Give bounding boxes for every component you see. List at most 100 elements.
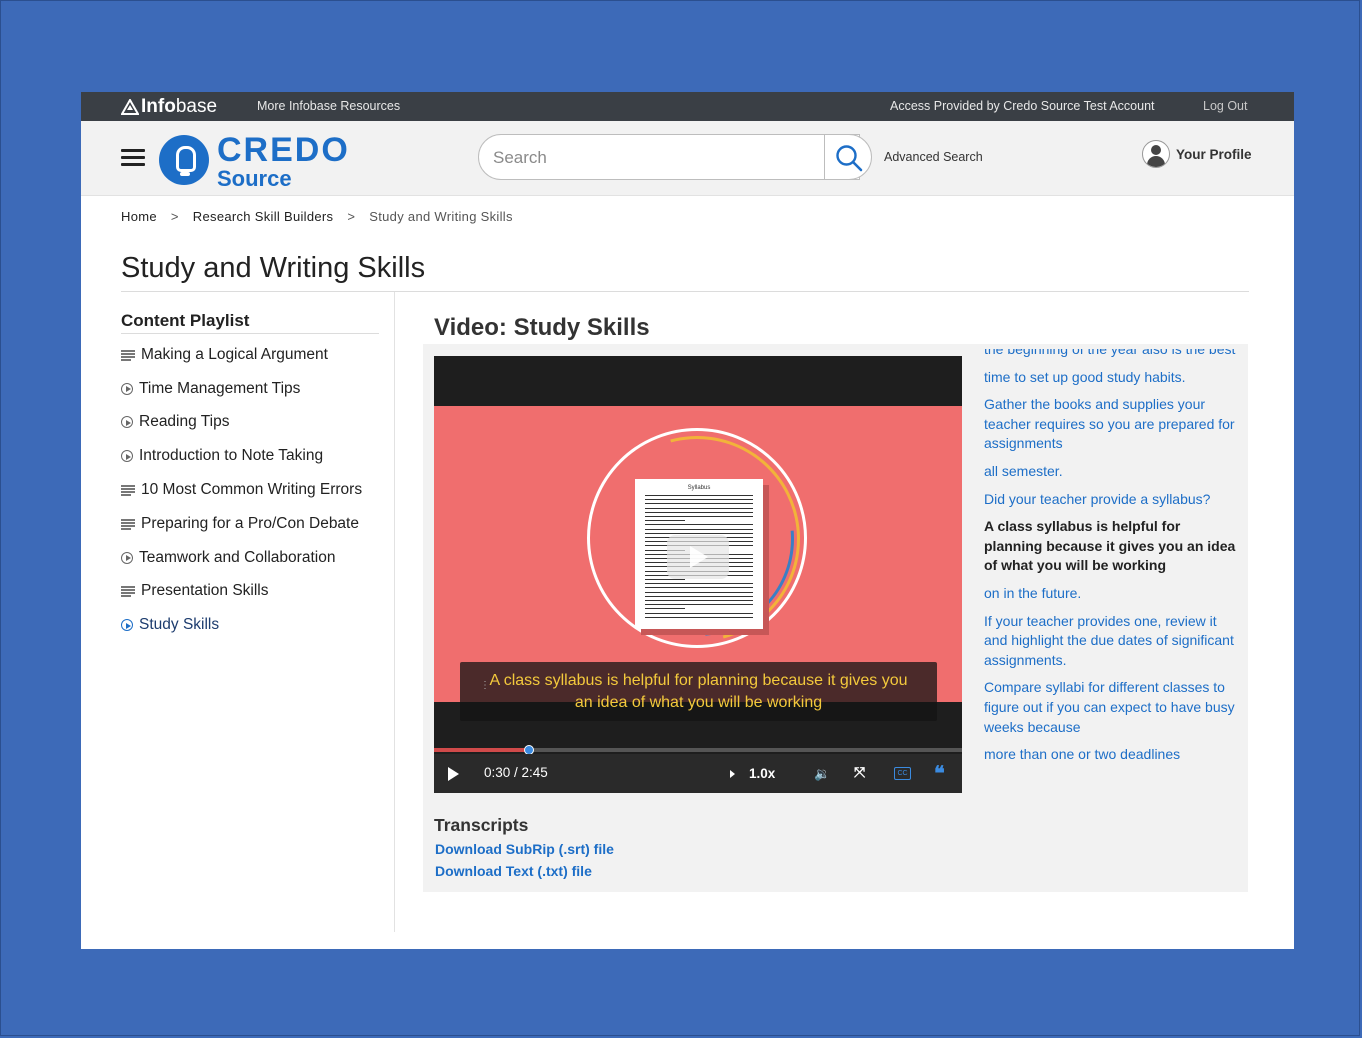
syllabus-text-line (645, 495, 753, 496)
syllabus-text-line (645, 595, 753, 597)
transcripts-heading: Transcripts (434, 815, 529, 835)
playlist-item-label: Time Management Tips (139, 379, 301, 397)
download-txt-link[interactable]: Download Text (.txt) file (435, 863, 592, 879)
progress-fill (434, 748, 530, 752)
syllabus-text-line (645, 524, 753, 526)
play-circle-icon (121, 551, 133, 564)
browser-page: Info base More Infobase Resources Access … (81, 92, 1294, 949)
playlist-item[interactable]: Study Skills (121, 608, 391, 642)
breadcrumb-home[interactable]: Home (121, 209, 157, 224)
fullscreen-icon[interactable]: ⤧ (854, 764, 865, 781)
playlist-item[interactable]: Time Management Tips (121, 372, 391, 406)
video-player[interactable]: Syllabus ⋮ A class syllabus is helpful f… (434, 356, 962, 793)
syllabus-text-line (645, 528, 753, 530)
playlist-item[interactable]: 10 Most Common Writing Errors (121, 473, 391, 507)
video-title: Video: Study Skills (434, 314, 650, 341)
playlist-item-label: Reading Tips (139, 413, 230, 431)
brand-subname: Source (217, 166, 292, 191)
transcript-line[interactable]: Compare syllabi for different classes to… (984, 678, 1236, 737)
search-icon (836, 145, 863, 172)
transcript-toggle-icon[interactable]: ❝ (934, 761, 945, 785)
syllabus-text-line (645, 516, 753, 517)
sidebar-divider (394, 292, 395, 932)
video-frame[interactable]: Syllabus (434, 398, 962, 702)
syllabus-text-line (645, 591, 753, 593)
your-profile-label: Your Profile (1176, 146, 1252, 162)
playlist-item[interactable]: Making a Logical Argument (121, 338, 391, 372)
syllabus-text-line (645, 608, 685, 610)
content-playlist: Making a Logical Argument Time Management… (121, 338, 391, 642)
caption-line-2: an idea of what you will be working (574, 694, 823, 711)
syllabus-text-line (645, 604, 753, 606)
video-progress-bar[interactable] (434, 745, 962, 755)
breadcrumb-separator-icon: > (170, 209, 179, 224)
menu-hamburger-icon[interactable] (121, 149, 145, 167)
transcript-line[interactable]: the beginning of the year also is the be… (984, 349, 1236, 360)
playlist-item-label: Preparing for a Pro/Con Debate (141, 514, 359, 532)
syllabus-text-line (645, 587, 753, 589)
playlist-divider (121, 333, 379, 334)
syllabus-text-line (645, 507, 753, 509)
transcript-line[interactable]: If your teacher provides one, review it … (984, 612, 1236, 671)
play-icon[interactable] (448, 767, 459, 781)
big-play-icon[interactable] (667, 535, 729, 579)
transcript-line[interactable]: time to set up good study habits. (984, 368, 1236, 388)
brand-name: CREDO (217, 131, 350, 169)
video-caption: ⋮ A class syllabus is helpful for planni… (460, 662, 937, 721)
infobase-topbar: Info base More Infobase Resources Access … (81, 92, 1294, 121)
search-field-wrapper (478, 134, 860, 180)
playlist-item[interactable]: Teamwork and Collaboration (121, 541, 391, 575)
syllabus-text-line (645, 583, 753, 585)
playlist-item-label: Teamwork and Collaboration (139, 548, 336, 566)
play-circle-icon (121, 450, 133, 463)
playlist-item[interactable]: Preparing for a Pro/Con Debate (121, 507, 391, 541)
infobase-logo[interactable]: Info base (121, 96, 217, 118)
play-circle-icon (121, 382, 133, 395)
logout-link[interactable]: Log Out (1203, 99, 1247, 113)
page-title: Study and Writing Skills (121, 252, 426, 284)
infobase-mountain-icon (121, 99, 139, 115)
breadcrumb-current: Study and Writing Skills (369, 209, 513, 224)
article-lines-icon (121, 518, 135, 530)
search-button[interactable] (824, 134, 872, 180)
playlist-item-label: Introduction to Note Taking (139, 447, 324, 465)
volume-icon[interactable]: 🔉 (814, 766, 830, 782)
your-profile-button[interactable]: Your Profile (1142, 140, 1252, 168)
breadcrumb-research-skill-builders[interactable]: Research Skill Builders (193, 209, 334, 224)
syllabus-text-line (645, 532, 753, 534)
breadcrumb-separator-icon: > (347, 209, 356, 224)
transcript-line[interactable]: A class syllabus is helpful for planning… (984, 517, 1236, 576)
transcript-line[interactable]: on in the future. (984, 584, 1236, 604)
playlist-item[interactable]: Introduction to Note Taking (121, 439, 391, 473)
playlist-item[interactable]: Reading Tips (121, 406, 391, 440)
title-divider (121, 291, 1249, 292)
playlist-item-label: Making a Logical Argument (141, 345, 328, 363)
playback-rate-button[interactable]: 1.0x (749, 766, 775, 781)
transcript-line[interactable]: all semester. (984, 462, 1236, 482)
advanced-search-link[interactable]: Advanced Search (884, 150, 983, 164)
time-display: 0:30 / 2:45 (484, 765, 548, 780)
credo-source-logo[interactable]: CREDO Source (159, 131, 359, 191)
search-input[interactable] (491, 145, 825, 171)
article-lines-icon (121, 586, 135, 598)
caption-line-1: A class syllabus is helpful for planning… (489, 672, 908, 689)
user-avatar-icon (1142, 140, 1170, 168)
infobase-logo-bold: Info (141, 96, 176, 117)
transcript-line[interactable]: more than one or two deadlines (984, 745, 1236, 765)
download-srt-link[interactable]: Download SubRip (.srt) file (435, 841, 614, 857)
playlist-item[interactable]: Presentation Skills (121, 575, 391, 609)
lightbulb-icon (159, 135, 209, 185)
infobase-logo-light: base (175, 96, 218, 117)
play-circle-icon (121, 619, 133, 632)
more-resources-link[interactable]: More Infobase Resources (257, 99, 400, 113)
playlist-item-label: 10 Most Common Writing Errors (141, 481, 363, 499)
playback-rate-arrow-icon[interactable] (730, 770, 735, 778)
syllabus-text-line (645, 520, 685, 522)
playlist-item-label: Presentation Skills (141, 582, 269, 600)
caption-drag-handle-icon[interactable]: ⋮ (480, 681, 490, 696)
syllabus-text-line (645, 499, 753, 501)
closed-captions-icon[interactable]: CC (894, 767, 911, 780)
transcript-line[interactable]: Did your teacher provide a syllabus? (984, 490, 1236, 510)
transcript-line[interactable]: Gather the books and supplies your teach… (984, 395, 1236, 454)
article-lines-icon (121, 349, 135, 361)
